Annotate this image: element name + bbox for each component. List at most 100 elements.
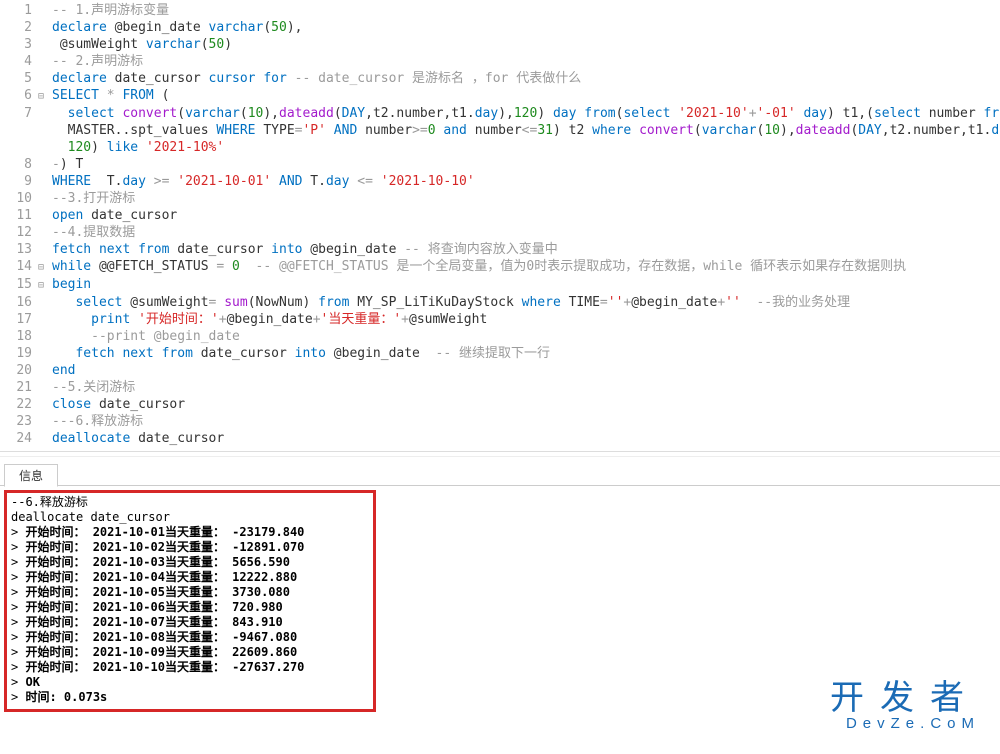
code-line[interactable]: 6⊟SELECT * FROM ( (0, 87, 1000, 105)
line-number: 19 (0, 345, 38, 362)
result-row: > 开始时间： 2021-10-07当天重量： 843.910 (11, 615, 369, 630)
code-line[interactable]: 18 --print @begin_date (0, 328, 1000, 345)
fold-icon[interactable] (38, 379, 50, 380)
code-line[interactable]: 14⊟while @@FETCH_STATUS = 0 -- @@FETCH_S… (0, 258, 1000, 276)
code-content[interactable]: fetch next from date_cursor into @begin_… (50, 241, 558, 258)
code-line[interactable]: MASTER..spt_values WHERE TYPE='P' AND nu… (0, 122, 1000, 139)
code-line[interactable]: 24 deallocate date_cursor (0, 430, 1000, 447)
fold-icon[interactable] (38, 105, 50, 106)
code-content[interactable]: -- 2.声明游标 (50, 53, 143, 70)
code-content[interactable]: fetch next from date_cursor into @begin_… (50, 345, 550, 362)
fold-icon[interactable] (38, 207, 50, 208)
code-line[interactable]: 3 @sumWeight varchar(50) (0, 36, 1000, 53)
code-line[interactable]: 12--4.提取数据 (0, 224, 1000, 241)
fold-icon[interactable] (38, 156, 50, 157)
line-number: 18 (0, 328, 38, 345)
fold-icon[interactable] (38, 345, 50, 346)
fold-icon[interactable] (38, 36, 50, 37)
code-line[interactable]: 13 fetch next from date_cursor into @begi… (0, 241, 1000, 258)
code-line[interactable]: 1-- 1.声明游标变量 (0, 2, 1000, 19)
line-number: 11 (0, 207, 38, 224)
fold-icon[interactable] (38, 122, 50, 123)
code-content[interactable]: select convert(varchar(10),dateadd(DAY,t… (50, 105, 1000, 122)
fold-icon[interactable] (38, 70, 50, 71)
fold-icon[interactable] (38, 224, 50, 225)
code-content[interactable]: --5.关闭游标 (50, 379, 135, 396)
fold-icon[interactable] (38, 396, 50, 397)
code-editor[interactable]: 1-- 1.声明游标变量2 declare @begin_date varchar… (0, 0, 1000, 452)
watermark: 开发者 DevZe.CoM (830, 670, 980, 732)
fold-icon[interactable]: ⊟ (38, 87, 50, 105)
tab-messages[interactable]: 信息 (4, 464, 58, 487)
fold-icon[interactable] (38, 328, 50, 329)
line-number: 2 (0, 19, 38, 36)
code-content[interactable]: --print @begin_date (50, 328, 240, 345)
code-content[interactable]: select @sumWeight= sum(NowNum) from MY_S… (50, 294, 850, 311)
fold-icon[interactable] (38, 173, 50, 174)
code-line[interactable]: 10 --3.打开游标 (0, 190, 1000, 207)
code-content[interactable]: deallocate date_cursor (50, 430, 224, 447)
code-line[interactable]: 11 open date_cursor (0, 207, 1000, 224)
fold-icon[interactable] (38, 139, 50, 140)
code-content[interactable]: declare date_cursor cursor for -- date_c… (50, 70, 581, 87)
code-content[interactable]: print '开始时间：'+@begin_date+'当天重量：'+@sumWe… (50, 311, 487, 328)
code-line[interactable]: 19 fetch next from date_cursor into @beg… (0, 345, 1000, 362)
code-content[interactable]: -) T (50, 156, 83, 173)
code-content[interactable]: SELECT * FROM ( (50, 87, 169, 104)
fold-icon[interactable]: ⊟ (38, 258, 50, 276)
code-content[interactable]: 120) like '2021-10%' (50, 139, 224, 156)
code-line[interactable]: 9WHERE T.day >= '2021-10-01' AND T.day <… (0, 173, 1000, 190)
line-number: 4 (0, 53, 38, 70)
code-content[interactable]: -- 1.声明游标变量 (50, 2, 169, 19)
code-line[interactable]: 16 select @sumWeight= sum(NowNum) from M… (0, 294, 1000, 311)
code-line[interactable]: 15⊟begin (0, 276, 1000, 294)
code-content[interactable]: close date_cursor (50, 396, 185, 413)
line-number: 24 (0, 430, 38, 447)
line-number: 21 (0, 379, 38, 396)
line-number: 10 (0, 190, 38, 207)
code-line[interactable]: 23---6.释放游标 (0, 413, 1000, 430)
code-content[interactable]: MASTER..spt_values WHERE TYPE='P' AND nu… (50, 122, 1000, 139)
result-header-line: deallocate date_cursor (11, 510, 369, 525)
fold-icon[interactable] (38, 413, 50, 414)
code-line[interactable]: 4 -- 2.声明游标 (0, 53, 1000, 70)
line-number: 22 (0, 396, 38, 413)
code-line[interactable]: 8 -) T (0, 156, 1000, 173)
results-tab-bar: 信息 (0, 463, 1000, 486)
code-content[interactable]: --4.提取数据 (50, 224, 135, 241)
code-content[interactable]: begin (50, 276, 91, 293)
code-content[interactable]: @sumWeight varchar(50) (50, 36, 232, 53)
code-line[interactable]: 5declare date_cursor cursor for -- date_… (0, 70, 1000, 87)
line-number: 20 (0, 362, 38, 379)
code-content[interactable]: --3.打开游标 (50, 190, 135, 207)
code-content[interactable]: end (50, 362, 75, 379)
fold-icon[interactable] (38, 53, 50, 54)
code-line[interactable]: 2 declare @begin_date varchar(50), (0, 19, 1000, 36)
fold-icon[interactable]: ⊟ (38, 276, 50, 294)
line-number: 8 (0, 156, 38, 173)
fold-icon[interactable] (38, 430, 50, 431)
code-line[interactable]: 7 select convert(varchar(10),dateadd(DAY… (0, 105, 1000, 122)
fold-icon[interactable] (38, 190, 50, 191)
code-content[interactable]: while @@FETCH_STATUS = 0 -- @@FETCH_STAT… (50, 258, 906, 275)
line-number: 15 (0, 276, 38, 293)
code-line[interactable]: 21 --5.关闭游标 (0, 379, 1000, 396)
fold-icon[interactable] (38, 311, 50, 312)
fold-icon[interactable] (38, 19, 50, 20)
code-content[interactable]: ---6.释放游标 (50, 413, 143, 430)
code-line[interactable]: 22 close date_cursor (0, 396, 1000, 413)
code-content[interactable]: declare @begin_date varchar(50), (50, 19, 302, 36)
fold-icon[interactable] (38, 362, 50, 363)
fold-icon[interactable] (38, 2, 50, 3)
code-line[interactable]: 120) like '2021-10%' (0, 139, 1000, 156)
code-content[interactable]: WHERE T.day >= '2021-10-01' AND T.day <=… (50, 173, 475, 190)
fold-icon[interactable] (38, 241, 50, 242)
result-row: > 开始时间： 2021-10-02当天重量： -12891.070 (11, 540, 369, 555)
line-number: 13 (0, 241, 38, 258)
code-content[interactable]: open date_cursor (50, 207, 177, 224)
code-line[interactable]: 17 print '开始时间：'+@begin_date+'当天重量：'+@su… (0, 311, 1000, 328)
fold-icon[interactable] (38, 294, 50, 295)
code-line[interactable]: 20 end (0, 362, 1000, 379)
results-output[interactable]: --6.释放游标deallocate date_cursor> 开始时间： 20… (4, 490, 376, 712)
result-time: > 时间: 0.073s (11, 690, 369, 705)
